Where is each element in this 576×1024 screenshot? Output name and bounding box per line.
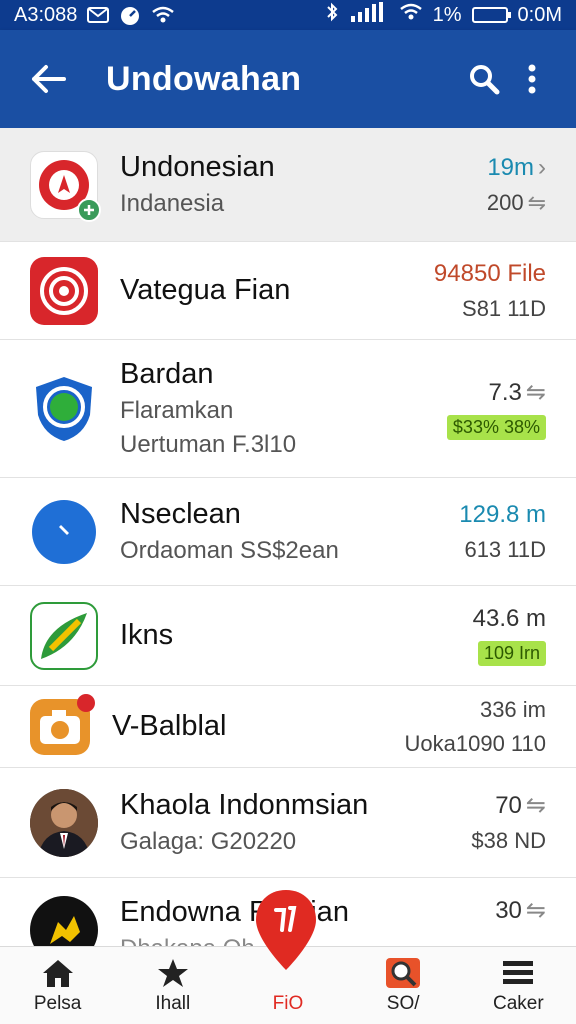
meta-primary: 43.6 m (472, 605, 546, 632)
meta-primary: 336 im (479, 696, 546, 722)
status-right: 1% 0:0M (325, 2, 562, 28)
meta-secondary: 200 (486, 189, 524, 215)
app-name: V-Balblal (112, 710, 227, 742)
red-leaf-icon (30, 150, 101, 222)
nav-item-search[interactable]: SO/ (348, 957, 458, 1015)
bluetooth-icon (325, 2, 339, 28)
list-item-meta: 336 im Uoka1090 110 (405, 697, 547, 757)
search-icon (385, 957, 421, 989)
page-title: Undowahan (106, 59, 302, 98)
meta-primary: 70 (495, 792, 522, 819)
wifi-signal-icon (399, 3, 423, 27)
list-item-meta: 70 ⇋ $38 ND (471, 791, 546, 854)
list-item-meta: 43.6 m 109 Irn (473, 605, 546, 666)
list-item[interactable]: Nseclean Ordaoman SS$2ean 129.8 m 613 11… (0, 478, 576, 586)
nav-label: Pelsa (33, 992, 82, 1014)
sort-arrows-icon: ⇋ (525, 897, 546, 924)
meta-primary: 94850 File (433, 259, 546, 287)
chevron-right-icon: › (538, 153, 546, 181)
pin-fab-button[interactable] (254, 888, 318, 972)
meta-secondary: $38 ND (471, 828, 546, 853)
size-badge: 109 Irn (477, 641, 546, 666)
meta-secondary: 613 11D (464, 536, 546, 562)
wifi-icon (151, 6, 175, 24)
list-item-text: Khaola Indonmsian Galaga: G20220 (120, 789, 471, 856)
status-left: A3:088 (14, 3, 175, 27)
app-name: Bardan (120, 358, 214, 390)
list-item-meta: 94850 File S81 11D (434, 260, 546, 322)
pin-icon (256, 890, 316, 970)
overflow-menu-button[interactable] (508, 51, 556, 107)
sort-arrows-icon: ⇋ (525, 378, 546, 406)
status-time: 0:0M (517, 3, 562, 26)
messenger-icon (30, 498, 98, 566)
back-arrow-icon (32, 65, 66, 93)
speedometer-icon (119, 6, 141, 25)
list-item[interactable]: Ikns 43.6 m 109 Irn (0, 586, 576, 686)
list-item-text: V-Balblal (112, 710, 405, 743)
status-bar: A3:088 1% 0:0M (0, 0, 576, 30)
list-item-text: Vategua Fian (120, 274, 434, 307)
search-icon (470, 65, 500, 95)
status-left-text: A3:088 (14, 3, 78, 26)
app-subtitle: Galaga: G20220 (120, 828, 297, 855)
app-bar: Undowahan (0, 30, 576, 128)
search-button[interactable] (460, 51, 508, 107)
nav-label: SO/ (386, 992, 420, 1014)
meta-primary: 30 (495, 897, 522, 924)
sort-arrows-icon: ⇋ (525, 792, 546, 819)
app-subtitle-2: Uertuman F.3l10 (120, 431, 297, 458)
list-item[interactable]: V-Balblal 336 im Uoka1090 110 (0, 686, 576, 768)
battery-icon (471, 7, 511, 23)
map-leaf-icon (30, 601, 98, 670)
nav-item-home[interactable]: Pelsa (3, 957, 113, 1015)
meta-secondary: Uoka1090 110 (404, 730, 547, 756)
list-item-meta: 30 ⇋ (495, 896, 546, 925)
list-item[interactable]: Undonesian Indanesia 19m › 200 ⇋ (0, 128, 576, 242)
meta-primary: 129.8 m (459, 500, 546, 528)
signal-icon (349, 2, 389, 28)
home-icon (40, 957, 76, 989)
nav-label: Ihall (155, 992, 191, 1014)
list-item-meta: 19m › 200 ⇋ (487, 154, 546, 216)
nav-label: FiO (272, 992, 304, 1014)
list-item-meta: 7.3 ⇋ $33% 38% (446, 378, 546, 440)
app-name: Khaola Indonmsian (120, 789, 369, 821)
app-name: Ikns (120, 619, 174, 651)
app-subtitle: Indanesia (120, 190, 225, 217)
app-name: Vategua Fian (120, 274, 291, 306)
app-subtitle: Ordaoman SS$2ean (120, 537, 339, 564)
list-item[interactable]: Khaola Indonmsian Galaga: G20220 70 ⇋ $38… (0, 768, 576, 878)
menu-icon (500, 957, 536, 989)
app-name: Undonesian (120, 151, 275, 183)
yellow-figure-icon (30, 896, 98, 946)
price-badge: $33% 38% (446, 414, 546, 440)
list-item-text: Ikns (120, 619, 473, 652)
battery-percent: 1% (432, 3, 462, 26)
list-item-text: Undonesian Indanesia (120, 151, 487, 218)
sort-arrows-icon: ⇋ (527, 189, 546, 215)
nav-item-menu[interactable]: Caker (463, 957, 573, 1015)
shield-icon (30, 375, 98, 443)
nav-item-star[interactable]: Ihall (118, 957, 228, 1015)
app-subtitle: Flaramkan (120, 397, 234, 424)
app-list: Undonesian Indanesia 19m › 200 ⇋ Vategua F… (0, 128, 576, 946)
camera-icon (30, 693, 95, 755)
portrait-avatar (30, 788, 98, 857)
target-icon (30, 256, 98, 325)
more-vert-icon (528, 64, 536, 94)
mail-icon (87, 6, 110, 24)
list-item-text: Nseclean Ordaoman SS$2ean (120, 498, 459, 565)
list-item[interactable]: Vategua Fian 94850 File S81 11D (0, 242, 576, 340)
list-item[interactable]: Bardan Flaramkan Uertuman F.3l10 7.3 ⇋ $3… (0, 340, 576, 478)
meta-primary: 19m (487, 153, 534, 181)
star-icon (155, 957, 191, 989)
meta-secondary: S81 11D (462, 295, 546, 321)
app-name: Nseclean (120, 498, 241, 530)
nav-label: Caker (493, 992, 544, 1014)
back-button[interactable] (20, 51, 76, 107)
list-item-meta: 129.8 m 613 11D (459, 501, 546, 563)
meta-primary: 7.3 (488, 378, 522, 406)
list-item-text: Bardan Flaramkan Uertuman F.3l10 (120, 358, 447, 459)
